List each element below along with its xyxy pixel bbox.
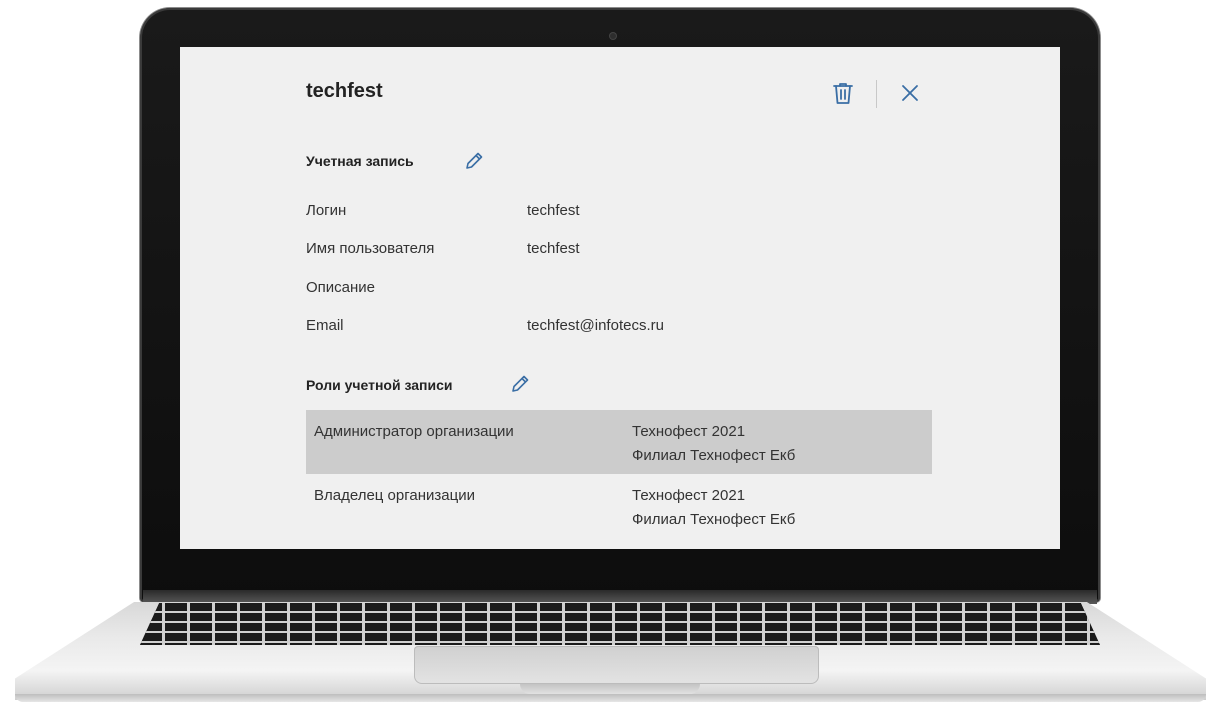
field-value-username: techfest xyxy=(527,240,580,257)
field-label-description: Описание xyxy=(306,279,376,296)
close-icon xyxy=(902,85,918,101)
role-org: Филиал Технофест Екб xyxy=(632,447,796,464)
pencil-icon xyxy=(466,152,483,169)
laptop-trackpad xyxy=(414,646,819,684)
laptop-notch xyxy=(520,684,700,694)
page-title: techfest xyxy=(306,80,383,102)
field-value-login: techfest xyxy=(527,202,580,219)
roles-section-title: Роли учетной записи xyxy=(306,377,453,393)
header-divider xyxy=(876,80,877,108)
close-button[interactable] xyxy=(896,79,924,107)
account-panel: techfest Учетная запись Логин techfest И… xyxy=(180,47,1060,549)
table-row[interactable]: Администратор организации Технофест 2021… xyxy=(306,410,932,474)
edit-account-button[interactable] xyxy=(463,150,485,172)
pencil-icon xyxy=(512,375,529,392)
role-org: Филиал Технофест Екб xyxy=(632,511,796,528)
laptop-hinge xyxy=(143,590,1097,604)
field-label-login: Логин xyxy=(306,202,347,219)
roles-table: Администратор организации Технофест 2021… xyxy=(306,410,932,538)
role-name: Владелец организации xyxy=(314,487,475,504)
field-value-email: techfest@infotecs.ru xyxy=(527,317,664,334)
camera-icon xyxy=(610,33,616,39)
laptop-keyboard xyxy=(140,603,1100,645)
role-orgs: Технофест 2021 Филиал Технофест Екб xyxy=(632,484,795,530)
account-section-title: Учетная запись xyxy=(306,153,414,169)
role-org: Технофест 2021 xyxy=(632,423,746,440)
table-row[interactable]: Владелец организации Технофест 2021 Фили… xyxy=(306,474,932,538)
role-name: Администратор организации xyxy=(314,423,514,440)
edit-roles-button[interactable] xyxy=(509,373,531,395)
delete-button[interactable] xyxy=(829,79,857,107)
field-label-email: Email xyxy=(306,317,344,334)
laptop-foot xyxy=(15,694,1206,702)
role-org: Технофест 2021 xyxy=(632,487,746,504)
role-orgs: Технофест 2021 Филиал Технофест Екб xyxy=(632,420,795,466)
field-label-username: Имя пользователя xyxy=(306,240,435,257)
trash-icon xyxy=(833,83,853,104)
